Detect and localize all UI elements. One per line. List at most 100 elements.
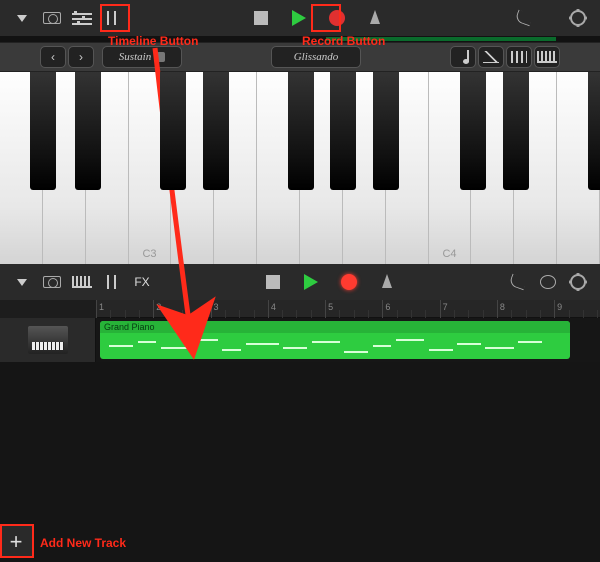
undo-icon[interactable] — [512, 7, 536, 29]
sustain-pill[interactable]: Sustain — [102, 46, 182, 68]
ruler-tick — [440, 300, 441, 318]
camera-icon[interactable] — [40, 271, 64, 293]
ruler-number: 7 — [443, 302, 448, 312]
ruler-number: 1 — [99, 302, 104, 312]
key-label-c3: C3 — [129, 248, 171, 260]
add-track-button[interactable]: + — [0, 526, 32, 558]
record-button[interactable] — [337, 271, 361, 293]
timeline-button[interactable] — [70, 7, 94, 29]
menu-dropdown-icon[interactable] — [10, 271, 34, 293]
black-key[interactable] — [503, 72, 529, 190]
ruler-number: 6 — [385, 302, 390, 312]
instrument-thumbnail-icon — [28, 326, 68, 354]
ruler-minor-tick — [483, 310, 484, 318]
info-bubble-icon[interactable] — [536, 271, 560, 293]
black-key[interactable] — [203, 72, 229, 190]
camera-icon[interactable] — [40, 7, 64, 29]
play-button[interactable] — [299, 271, 323, 293]
mixer-sliders-icon[interactable] — [100, 7, 124, 29]
ruler-minor-tick — [110, 310, 111, 318]
ruler-minor-tick — [354, 310, 355, 318]
ruler-minor-tick — [239, 310, 240, 318]
black-key[interactable] — [160, 72, 186, 190]
ruler-tick — [382, 300, 383, 318]
ruler-minor-tick — [397, 310, 398, 318]
ruler-tick — [268, 300, 269, 318]
metronome-icon[interactable] — [363, 7, 387, 29]
settings-gear-icon[interactable] — [566, 271, 590, 293]
region-title: Grand Piano — [100, 321, 570, 333]
track-lane[interactable]: Grand Piano — [96, 318, 600, 362]
undo-icon[interactable] — [506, 271, 530, 293]
bottom-toolbar: FX — [0, 264, 600, 300]
time-ruler[interactable]: 1 2 3 4 5 6 7 8 9 — [96, 300, 600, 318]
ruler-minor-tick — [526, 310, 527, 318]
ruler-minor-tick — [311, 310, 312, 318]
track-header[interactable] — [0, 318, 96, 362]
black-key[interactable] — [30, 72, 56, 190]
keyboard-view-icon[interactable] — [70, 271, 94, 293]
ruler-minor-tick — [583, 310, 584, 318]
ruler-number: 9 — [557, 302, 562, 312]
record-button[interactable] — [325, 7, 349, 29]
stop-button[interactable] — [249, 7, 273, 29]
ruler-minor-tick — [182, 310, 183, 318]
ruler-minor-tick — [296, 310, 297, 318]
fx-button[interactable]: FX — [130, 271, 154, 293]
ruler-tick — [497, 300, 498, 318]
play-button[interactable] — [287, 7, 311, 29]
ruler-minor-tick — [125, 310, 126, 318]
ruler-number: 3 — [214, 302, 219, 312]
ruler-number: 5 — [328, 302, 333, 312]
black-key[interactable] — [330, 72, 356, 190]
midi-notes — [100, 335, 570, 359]
ruler-tick — [211, 300, 212, 318]
ruler-minor-tick — [282, 310, 283, 318]
ruler-tick — [325, 300, 326, 318]
glissando-label: Glissando — [294, 51, 339, 63]
metronome-icon[interactable] — [375, 271, 399, 293]
keyboard-view: ‹ › Sustain Glissando C3 C4 — [0, 0, 600, 264]
lock-icon — [157, 52, 165, 62]
ruler-tick — [153, 300, 154, 318]
ruler-minor-tick — [254, 310, 255, 318]
track-row: Grand Piano — [0, 318, 600, 362]
key-label-c4: C4 — [429, 248, 471, 260]
ruler-minor-tick — [196, 310, 197, 318]
black-key[interactable] — [75, 72, 101, 190]
arpeggiator-icon[interactable] — [506, 46, 532, 68]
ruler-minor-tick — [454, 310, 455, 318]
sustain-label: Sustain — [119, 51, 151, 63]
midi-region[interactable]: Grand Piano — [100, 321, 570, 359]
ruler-minor-tick — [339, 310, 340, 318]
ruler-minor-tick — [540, 310, 541, 318]
transport-controls — [261, 271, 399, 293]
transport-controls — [249, 7, 387, 29]
ruler-minor-tick — [425, 310, 426, 318]
empty-tracks-area[interactable] — [0, 362, 600, 562]
piano-keyboard[interactable]: C3 C4 — [0, 72, 600, 264]
keyboard-subbar: ‹ › Sustain Glissando — [0, 42, 600, 72]
ruler-minor-tick — [468, 310, 469, 318]
black-key[interactable] — [460, 72, 486, 190]
top-toolbar — [0, 0, 600, 36]
scale-icon[interactable] — [478, 46, 504, 68]
ruler-number: 8 — [500, 302, 505, 312]
ruler-minor-tick — [225, 310, 226, 318]
black-key[interactable] — [588, 72, 600, 190]
mixer-sliders-icon[interactable] — [100, 271, 124, 293]
keyboard-layout-icon[interactable] — [534, 46, 560, 68]
ruler-minor-tick — [411, 310, 412, 318]
black-key[interactable] — [288, 72, 314, 190]
ruler-minor-tick — [511, 310, 512, 318]
ruler-number: 2 — [156, 302, 161, 312]
menu-dropdown-icon[interactable] — [10, 7, 34, 29]
black-key[interactable] — [373, 72, 399, 190]
glissando-pill[interactable]: Glissando — [271, 46, 361, 68]
ruler-number: 4 — [271, 302, 276, 312]
octave-next-button[interactable]: › — [68, 46, 94, 68]
stop-button[interactable] — [261, 271, 285, 293]
settings-gear-icon[interactable] — [566, 7, 590, 29]
note-icon[interactable] — [450, 46, 476, 68]
octave-prev-button[interactable]: ‹ — [40, 46, 66, 68]
